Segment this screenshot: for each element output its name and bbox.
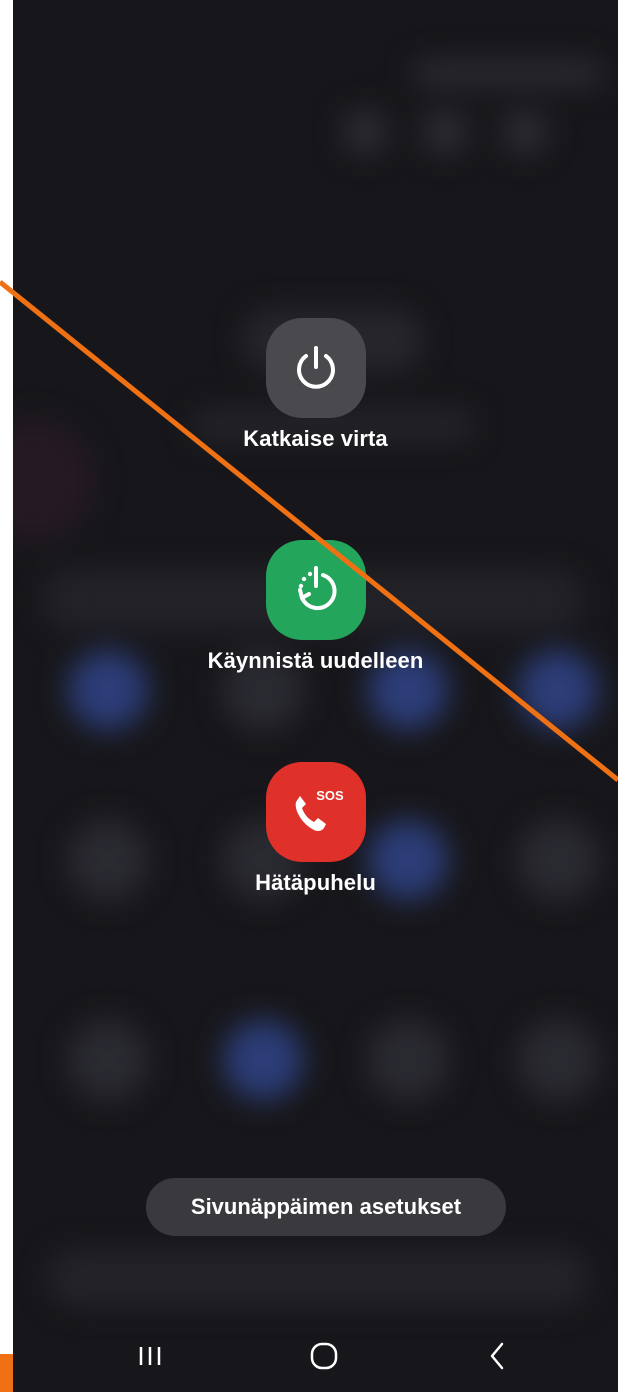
restart-option[interactable]: Käynnistä uudelleen bbox=[13, 540, 618, 674]
emergency-call-option[interactable]: SOS Hätäpuhelu bbox=[13, 762, 618, 896]
power-off-option[interactable]: Katkaise virta bbox=[13, 318, 618, 452]
emergency-call-label: Hätäpuhelu bbox=[255, 870, 376, 895]
emergency-sos-icon[interactable]: SOS bbox=[265, 762, 366, 862]
sos-badge: SOS bbox=[316, 788, 344, 803]
back-icon[interactable] bbox=[468, 1334, 528, 1378]
side-key-settings-button[interactable]: Sivunäppäimen asetukset bbox=[146, 1178, 506, 1236]
power-off-label: Katkaise virta bbox=[243, 426, 388, 451]
power-menu-screen: Katkaise virta Käynnistä uudelleen SOS H… bbox=[13, 0, 618, 1392]
annotation-marker bbox=[0, 1354, 13, 1392]
navigation-bar bbox=[13, 1318, 618, 1392]
restart-label: Käynnistä uudelleen bbox=[207, 648, 424, 673]
recents-icon[interactable] bbox=[120, 1334, 180, 1378]
restart-icon[interactable] bbox=[265, 540, 366, 640]
power-icon[interactable] bbox=[265, 318, 366, 418]
home-icon[interactable] bbox=[294, 1334, 354, 1378]
